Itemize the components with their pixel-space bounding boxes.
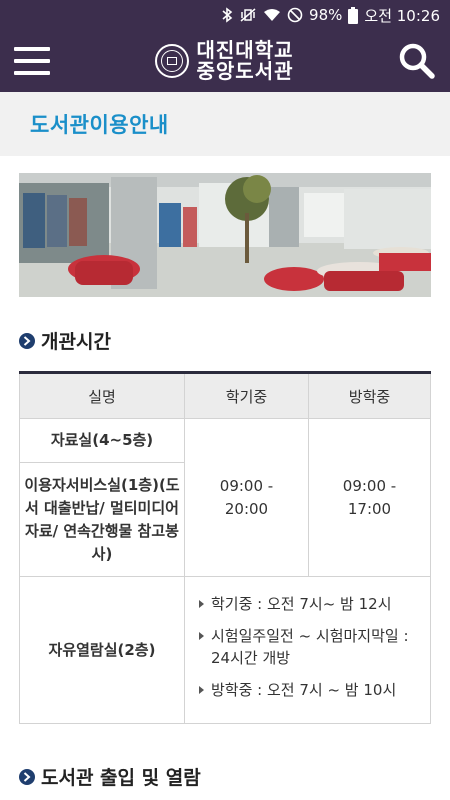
app-header: 대진대학교 중앙도서관 xyxy=(0,30,450,92)
room-name: 자유열람실(2층) xyxy=(19,576,185,724)
search-icon xyxy=(399,43,435,79)
column-header-semester: 학기중 xyxy=(184,372,309,419)
column-header-vacation: 방학중 xyxy=(308,372,431,419)
opening-hours-table: 실명 학기중 방학중 자료실(4~5층) 09:00 - 20:00 09:00… xyxy=(19,371,431,724)
vibrate-off-icon xyxy=(240,8,256,22)
list-item: 학기중 : 오전 7시~ 밤 12시 xyxy=(195,593,420,615)
opening-hours-heading: 개관시간 xyxy=(19,327,111,354)
reading-room-hours-list: 학기중 : 오전 7시~ 밤 12시 시험일주일전 ~ 시험마지막일 : 24시… xyxy=(185,577,430,723)
page-title-bar: 도서관이용안내 xyxy=(0,92,450,156)
reading-room-hours-cell: 학기중 : 오전 7시~ 밤 12시 시험일주일전 ~ 시험마지막일 : 24시… xyxy=(184,576,431,724)
library-logo[interactable]: 대진대학교 중앙도서관 xyxy=(154,40,294,82)
hamburger-icon-bar xyxy=(14,71,50,75)
search-button[interactable] xyxy=(398,42,436,80)
room-name: 이용자서비스실(1층)(도서 대출반납/ 멀티미디어자료/ 연속간행물 참고봉사… xyxy=(19,462,185,577)
clock: 오전 10:26 xyxy=(364,6,440,25)
do-not-disturb-icon xyxy=(287,7,303,23)
entry-heading: 도서관 출입 및 열람 xyxy=(19,763,201,790)
vacation-hours: 09:00 - 17:00 xyxy=(308,418,431,577)
table-row: 자료실(4~5층) 09:00 - 20:00 09:00 - 17:00 xyxy=(19,418,431,577)
logo-line2: 중앙도서관 xyxy=(196,59,294,83)
list-item: 방학중 : 오전 7시 ~ 밤 10시 xyxy=(195,679,420,701)
column-header-room: 실명 xyxy=(19,372,185,419)
chevron-right-circle-icon xyxy=(19,768,35,785)
status-bar: 98% 오전 10:26 xyxy=(0,0,450,30)
opening-hours-title: 개관시간 xyxy=(41,331,111,353)
list-item: 시험일주일전 ~ 시험마지막일 : 24시간 개방 xyxy=(195,625,420,669)
logo-text: 대진대학교 중앙도서관 xyxy=(197,40,294,82)
chevron-right-circle-icon xyxy=(19,332,35,349)
battery-icon xyxy=(348,6,359,24)
room-name: 자료실(4~5층) xyxy=(19,418,185,463)
table-header-row: 실명 학기중 방학중 xyxy=(19,372,431,419)
battery-percent: 98% xyxy=(309,6,343,24)
hamburger-icon-bar xyxy=(14,47,50,51)
wifi-icon xyxy=(264,9,281,21)
page-title: 도서관이용안내 xyxy=(30,113,169,137)
library-interior-photo xyxy=(19,173,431,297)
university-emblem-icon xyxy=(154,44,189,78)
table-row: 자유열람실(2층) 학기중 : 오전 7시~ 밤 12시 시험일주일전 ~ 시험… xyxy=(19,576,431,724)
semester-hours: 09:00 - 20:00 xyxy=(184,418,309,577)
logo-line1: 대진대학교 xyxy=(196,38,294,62)
entry-title: 도서관 출입 및 열람 xyxy=(41,767,201,789)
menu-button[interactable] xyxy=(14,47,50,75)
hamburger-icon-bar xyxy=(14,59,50,63)
bluetooth-icon xyxy=(222,7,233,23)
